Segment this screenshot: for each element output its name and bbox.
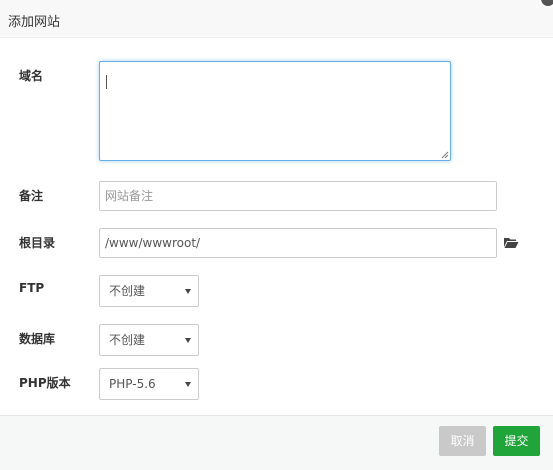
chevron-down-icon <box>185 338 191 343</box>
dialog-footer: 取消 提交 <box>0 415 553 470</box>
note-label: 备注 <box>19 189 44 203</box>
dialog-title: 添加网站 <box>8 15 61 30</box>
ftp-label: FTP <box>19 281 45 295</box>
chevron-down-icon <box>185 382 191 387</box>
add-site-dialog: 添加网站 域名 备注 网站备注 根目录 /www/wwwroot/ FTP 不创… <box>0 0 553 470</box>
domain-textarea[interactable] <box>99 61 451 161</box>
php-version-label: PHP版本 <box>19 376 71 390</box>
database-select[interactable]: 不创建 <box>99 324 199 356</box>
root-dir-value: /www/wwwroot/ <box>105 236 201 250</box>
chevron-down-icon <box>185 289 191 294</box>
note-input[interactable]: 网站备注 <box>99 181 497 211</box>
php-selected-value: PHP-5.6 <box>109 377 156 391</box>
database-label: 数据库 <box>19 332 56 346</box>
root-dir-input[interactable]: /www/wwwroot/ <box>99 228 497 258</box>
folder-open-icon[interactable] <box>503 236 519 249</box>
ftp-select[interactable]: 不创建 <box>99 275 199 307</box>
submit-button[interactable]: 提交 <box>493 426 540 456</box>
text-caret <box>106 75 107 89</box>
database-selected-value: 不创建 <box>109 333 146 347</box>
php-version-select[interactable]: PHP-5.6 <box>99 368 199 400</box>
domain-label: 域名 <box>19 69 44 83</box>
resize-grip-icon[interactable] <box>441 151 449 159</box>
note-placeholder: 网站备注 <box>105 189 154 203</box>
dialog-header: 添加网站 <box>0 0 553 38</box>
ftp-selected-value: 不创建 <box>109 284 146 298</box>
cancel-button[interactable]: 取消 <box>439 426 486 456</box>
root-dir-label: 根目录 <box>19 236 56 250</box>
